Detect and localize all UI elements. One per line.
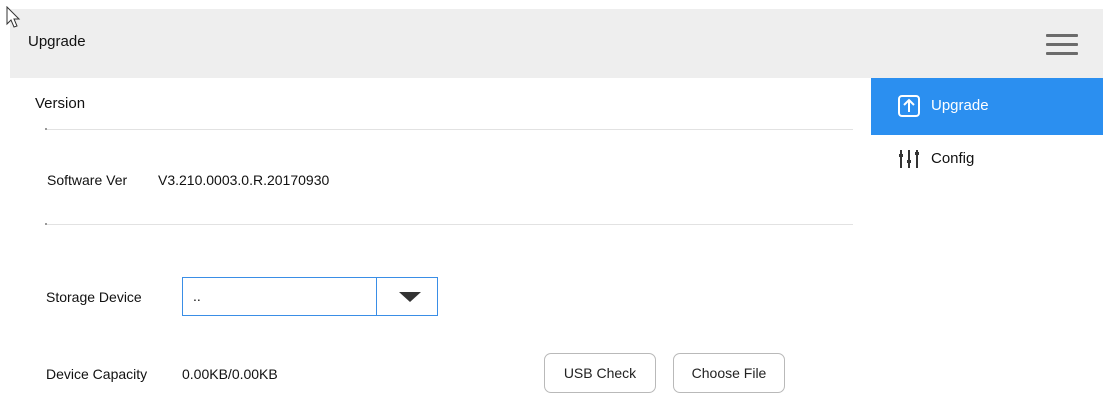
sidebar-item-upgrade[interactable]: Upgrade (871, 78, 1103, 135)
select-separator (376, 278, 377, 315)
hamburger-menu-icon[interactable] (1044, 30, 1080, 60)
chevron-down-icon[interactable] (399, 292, 421, 302)
version-section-title: Version (35, 95, 86, 112)
sidebar-item-label: Upgrade (931, 97, 989, 114)
upgrade-arrow-icon (898, 95, 920, 117)
software-version-label: Software Ver (47, 172, 128, 188)
storage-device-label: Storage Device (46, 289, 142, 305)
sliders-icon (899, 150, 919, 168)
storage-device-value: .. (193, 288, 201, 304)
device-capacity-label: Device Capacity (46, 366, 148, 382)
sidebar-item-config[interactable]: Config (871, 135, 1103, 192)
usb-check-button[interactable]: USB Check (544, 353, 656, 393)
mouse-cursor-icon (6, 6, 21, 28)
sidebar-item-label: Config (931, 150, 975, 167)
top-bar: Upgrade (10, 9, 1103, 78)
divider (45, 223, 853, 225)
storage-device-select[interactable]: .. (182, 277, 438, 316)
choose-file-button[interactable]: Choose File (673, 353, 785, 393)
software-version-value: V3.210.0003.0.R.20170930 (158, 172, 330, 188)
device-capacity-value: 0.00KB/0.00KB (182, 366, 278, 382)
page-title: Upgrade (28, 33, 86, 50)
divider (45, 128, 853, 130)
sidebar: Upgrade Config (871, 78, 1103, 192)
